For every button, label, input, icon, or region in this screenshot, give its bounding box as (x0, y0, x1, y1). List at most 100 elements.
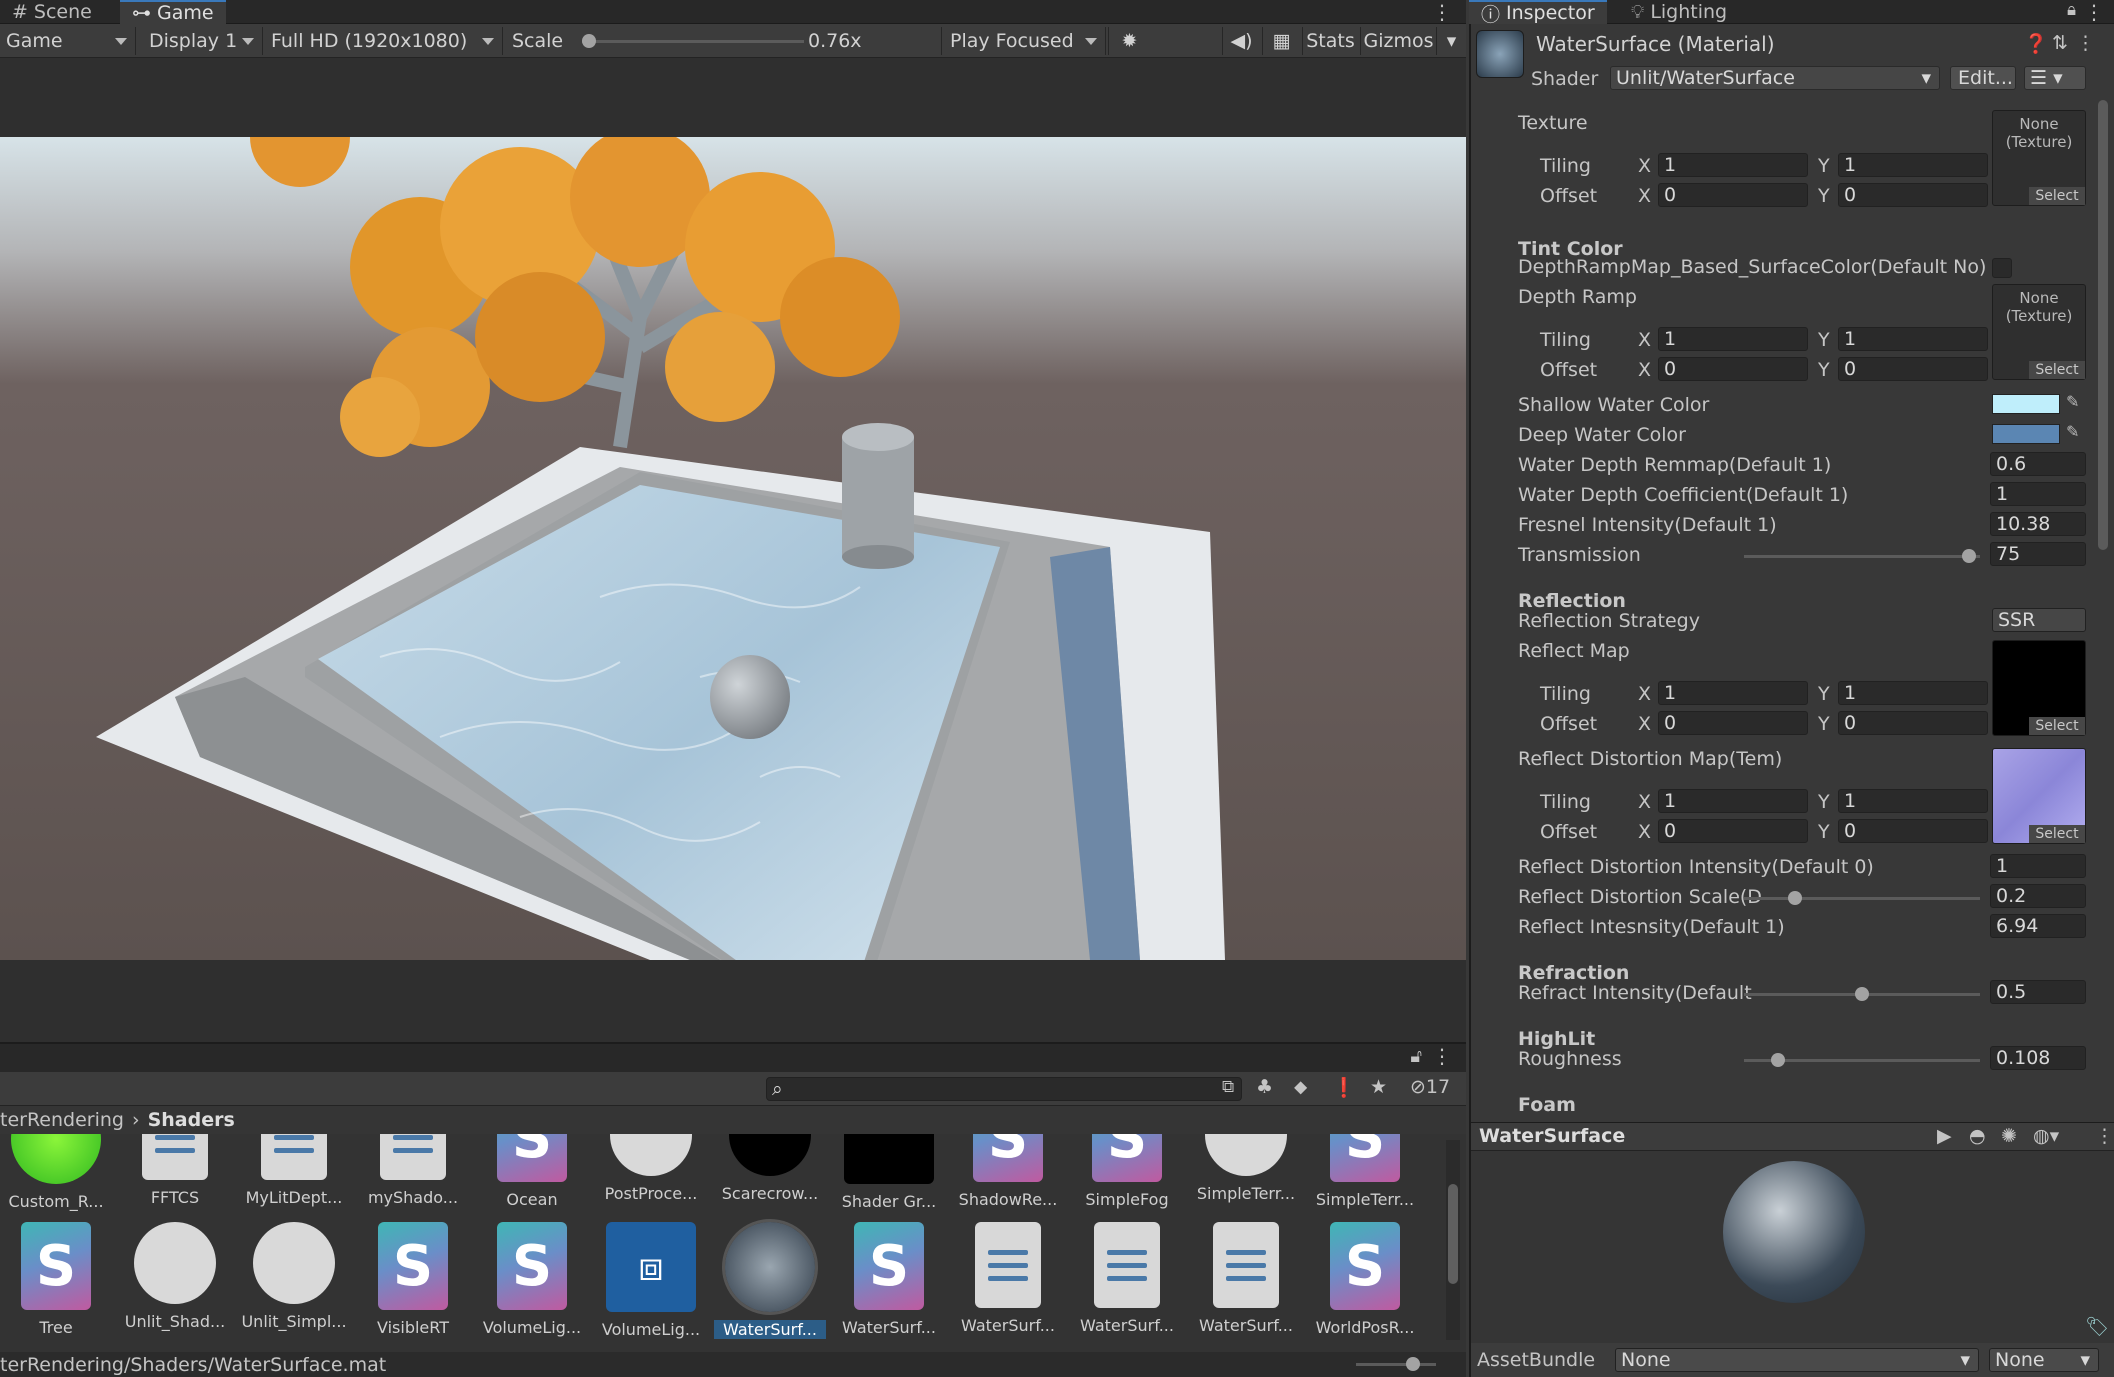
asset-item[interactable]: S SimpleTerr... (1309, 1134, 1421, 1209)
inspector-scrollbar[interactable] (2098, 100, 2108, 550)
asset-item[interactable]: S ShadowRe... (952, 1134, 1064, 1209)
asset-item[interactable]: FFTCS (119, 1134, 231, 1207)
fresnel-field[interactable]: 10.38 (1990, 512, 2086, 536)
lock-icon[interactable]: 🔒︎ (2067, 0, 2076, 20)
texture-select-button[interactable]: Select (2029, 361, 2085, 379)
asset-item[interactable]: WaterSurf... (1071, 1222, 1183, 1335)
breadcrumb-parent[interactable]: terRendering (0, 1109, 124, 1131)
reflect-distortion-map-tiling-x-field[interactable]: 1 (1658, 789, 1808, 813)
assetbundle-dropdown[interactable]: None ▾ (1615, 1348, 1979, 1372)
refract-intensity-slider-knob[interactable] (1855, 987, 1869, 1001)
resolution-dropdown[interactable]: Full HD (1920x1080) (265, 27, 503, 55)
texture-tiling-y-field[interactable]: 1 (1838, 153, 1988, 177)
reflect-distortion-scale-slider[interactable] (1744, 891, 1980, 905)
edit-shader-button[interactable]: Edit... (1950, 66, 2016, 90)
asset-item[interactable]: SimpleTerr... (1190, 1134, 1302, 1203)
texture-tiling-x-field[interactable]: 1 (1658, 153, 1808, 177)
asset-item[interactable]: S Tree (0, 1222, 112, 1337)
asset-item[interactable]: Scarecrow... (714, 1134, 826, 1203)
display-dropdown[interactable]: Display 1 (143, 27, 263, 55)
roughness-slider[interactable] (1744, 1053, 1980, 1067)
roughness-field[interactable]: 0.108 (1990, 1046, 2086, 1070)
reflect-intensity-field[interactable]: 6.94 (1990, 914, 2086, 938)
light-icon[interactable]: ✺ (2001, 1125, 2017, 1147)
asset-item[interactable]: S WorldPosR... (1309, 1222, 1421, 1337)
depth-ramp-checkbox[interactable] (1992, 258, 2012, 278)
bug-icon[interactable]: ✹ (1108, 27, 1150, 55)
reflect-map-tiling-x-field[interactable]: 1 (1658, 681, 1808, 705)
game-mode-dropdown[interactable]: Game (0, 27, 136, 55)
depth-ramp-offset-x-field[interactable]: 0 (1658, 357, 1808, 381)
kebab-menu-icon[interactable]: ⋮ (2084, 0, 2104, 24)
depth-ramp-tiling-y-field[interactable]: 1 (1838, 327, 1988, 351)
depth-ramp-slot[interactable]: None (Texture) Select (1992, 284, 2086, 380)
asset-item[interactable]: Unlit_Simpl... (238, 1222, 350, 1331)
play-icon[interactable]: ▶ (1937, 1125, 1952, 1147)
eyedropper-icon[interactable]: ✎ (2066, 392, 2088, 414)
play-focused-dropdown[interactable]: Play Focused (944, 27, 1106, 55)
water-depth-remap-field[interactable]: 0.6 (1990, 452, 2086, 476)
texture-select-button[interactable]: Select (2029, 825, 2085, 843)
tab-game[interactable]: ⊶ Game (120, 0, 226, 24)
sphere-mesh-icon[interactable]: ◓ (1969, 1125, 1986, 1147)
asset-item[interactable]: PostProce... (595, 1134, 707, 1203)
shader-dropdown[interactable]: Unlit/WaterSurface ▾ (1610, 66, 1940, 90)
filter-type-icon[interactable]: ♣ (1256, 1076, 1273, 1098)
texture-select-button[interactable]: Select (2029, 187, 2085, 205)
gizmos-chevron-icon[interactable]: ▾ (1436, 27, 1466, 55)
breadcrumb-current[interactable]: Shaders (148, 1109, 235, 1131)
roughness-slider-knob[interactable] (1770, 1053, 1785, 1067)
reflect-distortion-map-tiling-y-field[interactable]: 1 (1838, 789, 1988, 813)
reflect-distortion-scale-field[interactable]: 0.2 (1990, 884, 2086, 908)
shader-options-icon[interactable]: ☰ ▾ (2024, 66, 2086, 90)
help-icon[interactable]: ❓ (2024, 32, 2048, 55)
texture-offset-y-field[interactable]: 0 (1838, 183, 1988, 207)
reflect-distortion-map-offset-x-field[interactable]: 0 (1658, 819, 1808, 843)
reflection-strategy-dropdown[interactable]: SSR (1992, 608, 2086, 632)
audio-icon[interactable]: ◀) (1222, 27, 1260, 55)
refract-intensity-field[interactable]: 0.5 (1990, 980, 2086, 1004)
reflect-distortion-map-offset-y-field[interactable]: 0 (1838, 819, 1988, 843)
reflect-map-tiling-y-field[interactable]: 1 (1838, 681, 1988, 705)
tab-inspector[interactable]: ⓘ Inspector (1469, 0, 1607, 26)
asset-item[interactable]: WaterSurf... (1190, 1222, 1302, 1335)
asset-item[interactable]: S VolumeLig... (476, 1222, 588, 1337)
asset-item[interactable]: MyLitDept... (238, 1134, 350, 1207)
project-search-input[interactable]: ⌕ (766, 1077, 1242, 1101)
asset-item[interactable]: ⧈ VolumeLig... (595, 1222, 707, 1339)
kebab-menu-icon[interactable]: ⋮ (2095, 1125, 2114, 1147)
kebab-menu-icon[interactable]: ⋮ (1432, 0, 1452, 24)
asset-item[interactable]: WaterSurf... (714, 1219, 826, 1339)
texture-offset-x-field[interactable]: 0 (1658, 183, 1808, 207)
transmission-slider-knob[interactable] (1961, 549, 1976, 563)
asset-item[interactable]: S VisibleRT (357, 1222, 469, 1337)
reflect-map-offset-y-field[interactable]: 0 (1838, 711, 1988, 735)
asset-item[interactable]: Custom_R... (0, 1134, 112, 1211)
depth-ramp-tiling-x-field[interactable]: 1 (1658, 327, 1808, 351)
asset-item[interactable]: S Ocean (476, 1134, 588, 1209)
icon-size-slider[interactable] (1356, 1357, 1436, 1371)
hidden-packages-icon[interactable]: ⊘17 (1410, 1076, 1450, 1098)
tag-icon[interactable]: 🏷︎ (2085, 1315, 2109, 1338)
depth-ramp-offset-y-field[interactable]: 0 (1838, 357, 1988, 381)
keyboard-icon[interactable]: ▦ (1262, 27, 1300, 55)
gizmos-button[interactable]: Gizmos (1360, 27, 1436, 55)
eyedropper-icon[interactable]: ✎ (2066, 422, 2088, 444)
asset-item[interactable]: Unlit_Shad... (119, 1222, 231, 1331)
lock-icon[interactable]: 🔓︎ (1410, 1046, 1422, 1067)
scale-slider-knob[interactable] (582, 34, 596, 48)
asset-item[interactable]: S WaterSurf... (833, 1222, 945, 1337)
texture-select-button[interactable]: Select (2029, 717, 2085, 735)
game-viewport[interactable] (0, 137, 1466, 960)
kebab-menu-icon[interactable]: ⋮ (2076, 32, 2095, 54)
kebab-menu-icon[interactable]: ⋮ (1432, 1044, 1452, 1068)
reflect-map-slot[interactable]: Select (1992, 640, 2086, 736)
texture-slot[interactable]: None (Texture) Select (1992, 110, 2086, 206)
asset-item[interactable]: S SimpleFog (1071, 1134, 1183, 1209)
transmission-slider[interactable] (1744, 549, 1980, 563)
asset-item[interactable]: WaterSurf... (952, 1222, 1064, 1335)
search-scope-icon[interactable]: ⧉ (1222, 1077, 1234, 1097)
assetbundle-variant-dropdown[interactable]: None ▾ (1989, 1348, 2099, 1372)
scale-slider[interactable] (582, 34, 804, 48)
reflect-distortion-map-slot[interactable]: Select (1992, 748, 2086, 844)
